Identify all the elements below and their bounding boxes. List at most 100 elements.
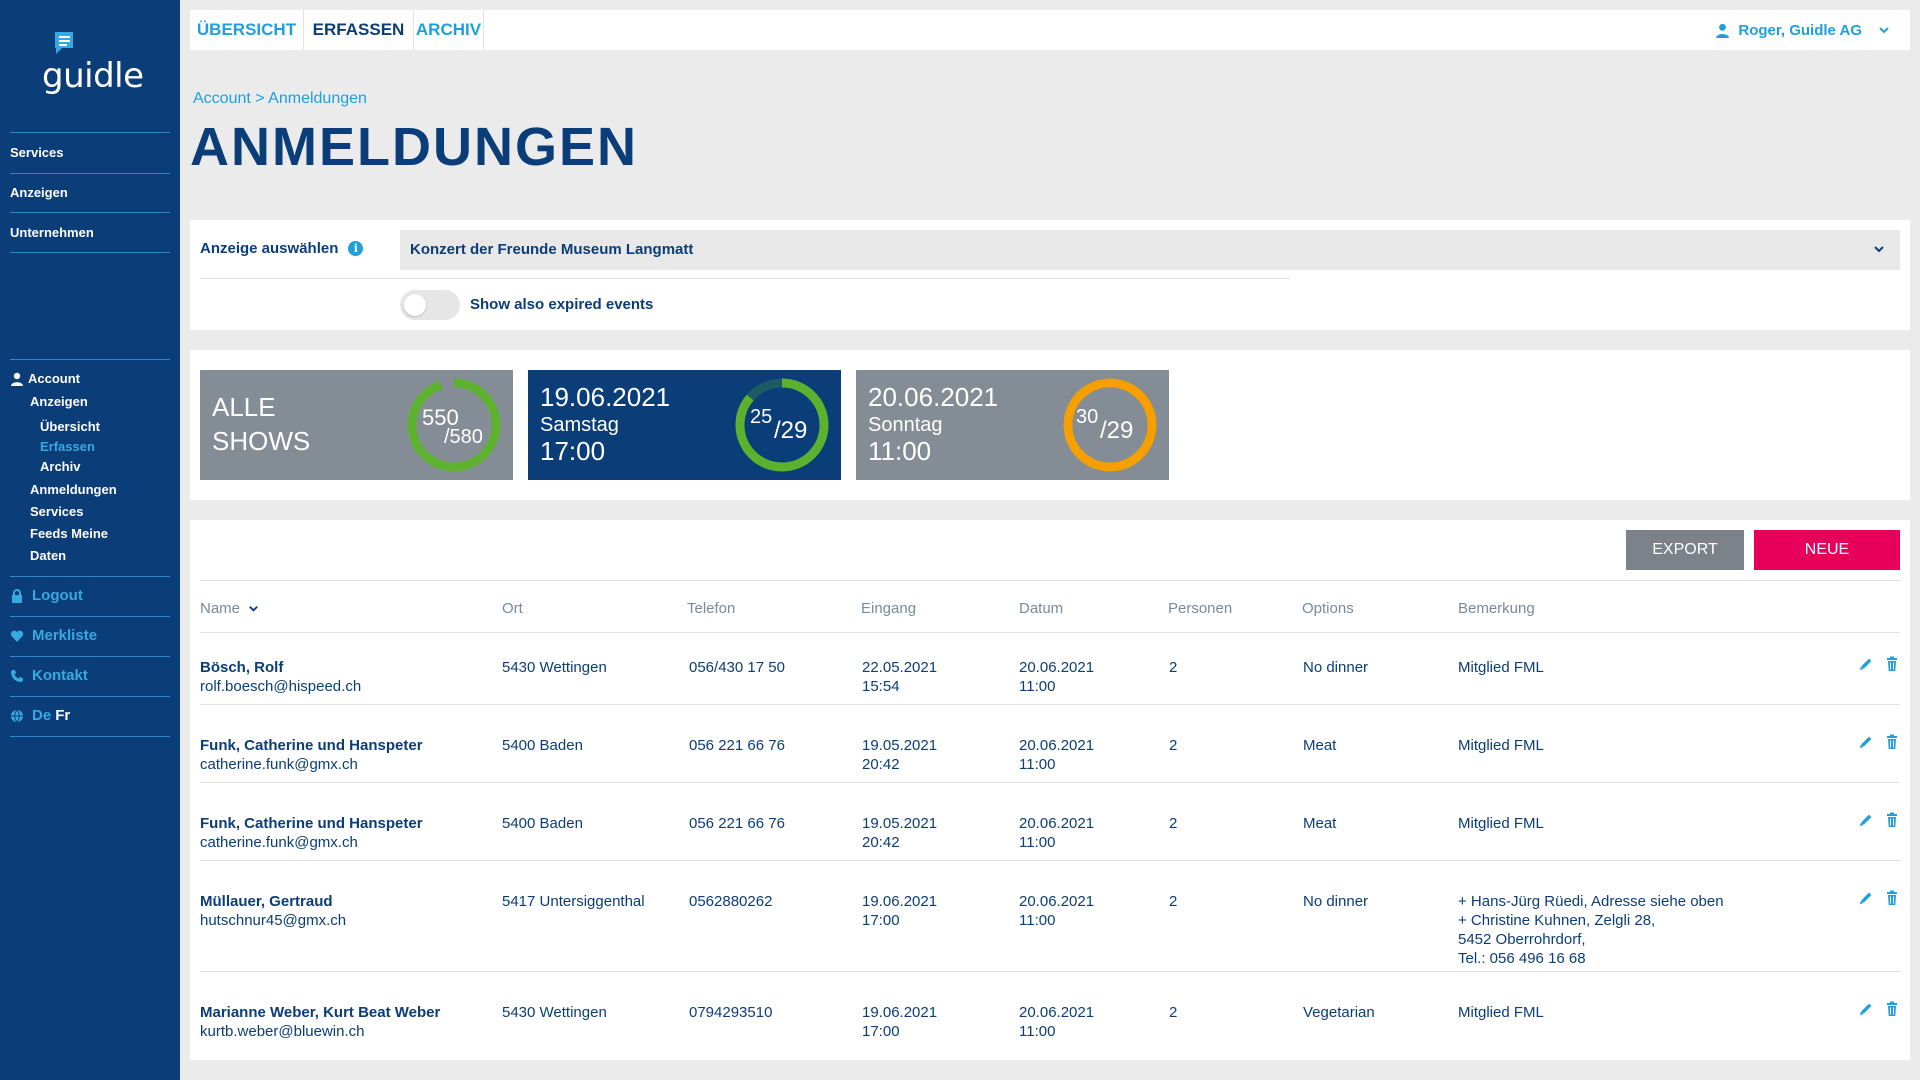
sidebar-item-unternehmen[interactable]: Unternehmen: [10, 225, 94, 240]
sidebar-link-kontakt[interactable]: Kontakt: [10, 667, 88, 684]
logo-icon: [55, 32, 73, 54]
row-actions: [1858, 1001, 1900, 1017]
page-title: ANMELDUNGEN: [190, 117, 638, 177]
cell-value-datum1: 20.06.2021: [1019, 659, 1095, 676]
registrant-name[interactable]: Bösch, Rolf: [200, 658, 361, 677]
registrant-email[interactable]: kurtb.weber@bluewin.ch: [200, 1022, 440, 1041]
cell-value-datum1: 20.06.2021: [1019, 893, 1095, 910]
user-name: Roger, Guidle AG: [1738, 21, 1862, 39]
cell-bemerkung: + Hans-Jürg Rüedi, Adresse siehe oben + C…: [1458, 892, 1724, 968]
row-divider: [200, 971, 1900, 972]
expired-events-toggle[interactable]: [400, 290, 460, 320]
edit-icon[interactable]: [1858, 812, 1874, 828]
guidle-logo[interactable]: guidle: [40, 30, 144, 100]
trash-icon[interactable]: [1884, 1001, 1900, 1017]
registrant-name[interactable]: Marianne Weber, Kurt Beat Weber: [200, 1003, 440, 1022]
cell-value-datum2: 11:00: [1019, 834, 1056, 851]
cell-options: Vegetarian: [1303, 1003, 1375, 1022]
sidebar-item-feeds[interactable]: Feeds Meine: [30, 526, 108, 541]
cell-value-eingang2: 17:00: [862, 1023, 900, 1040]
new-registration-button[interactable]: NEUE ANMELDUNG: [1754, 530, 1900, 598]
capacity-count: 30: [1076, 406, 1099, 428]
sidebar-item-archiv[interactable]: Archiv: [40, 459, 80, 474]
column-header-options[interactable]: Options: [1302, 600, 1354, 617]
trash-icon[interactable]: [1884, 734, 1900, 750]
edit-icon[interactable]: [1858, 656, 1874, 672]
registrant-email[interactable]: hutschnur45@gmx.ch: [200, 911, 346, 930]
tab-erfassen[interactable]: ERFASSEN: [304, 10, 414, 50]
export-excel-button[interactable]: EXPORT EXCEL: [1626, 530, 1744, 598]
show-card-1[interactable]: 19.06.2021 Samstag 17:00 25 /29: [528, 370, 841, 480]
registrant-name[interactable]: Müllauer, Gertraud: [200, 892, 346, 911]
registrant-email[interactable]: catherine.funk@gmx.ch: [200, 755, 423, 774]
column-header-datum[interactable]: Datum: [1019, 600, 1063, 617]
chevron-down-icon: [1874, 246, 1884, 253]
sidebar-item-anmeldungen[interactable]: Anmeldungen: [30, 482, 117, 497]
column-header-bemerkung[interactable]: Bemerkung: [1458, 600, 1535, 617]
cell-value-personen: 2: [1169, 815, 1178, 832]
cell-options: No dinner: [1303, 658, 1368, 677]
breadcrumb[interactable]: Account > Anmeldungen: [193, 90, 367, 108]
sidebar-link-merkliste[interactable]: Merkliste: [10, 627, 97, 644]
user-menu[interactable]: Roger, Guidle AG: [1715, 10, 1890, 50]
column-header-personen[interactable]: Personen: [1168, 600, 1232, 617]
cell-value-eingang1: 19.05.2021: [862, 737, 938, 754]
cell-value-datum1: 20.06.2021: [1019, 1004, 1095, 1021]
sidebar-item-anzeigen[interactable]: Anzeigen: [10, 185, 68, 200]
info-icon[interactable]: i: [348, 241, 364, 256]
column-header-eingang[interactable]: Eingang: [861, 600, 916, 617]
cell-value-eingang1: 19.06.2021: [862, 1004, 938, 1021]
sidebar-divider: [10, 132, 170, 133]
row-divider: [200, 860, 1900, 861]
sidebar-link-logout[interactable]: Logout: [10, 587, 83, 604]
show-card-all[interactable]: ALLE SHOWS 550 /580: [200, 370, 513, 480]
lang-de[interactable]: De: [32, 707, 51, 724]
cell-value-ort: 5400 Baden: [502, 815, 583, 832]
sidebar-item-uebersicht[interactable]: Übersicht: [40, 419, 100, 434]
cell-datum: 20.06.2021 11:00: [1019, 814, 1094, 852]
cell-value-ort: 5417 Untersiggenthal: [502, 893, 645, 910]
sidebar-item-erfassen[interactable]: Erfassen: [40, 439, 95, 454]
chevron-down-icon: [249, 606, 258, 612]
edit-icon[interactable]: [1858, 1001, 1874, 1017]
registrant-email[interactable]: catherine.funk@gmx.ch: [200, 833, 423, 852]
cell-value-eingang1: 22.05.2021: [862, 659, 938, 676]
show-all-line1: ALLE: [212, 392, 276, 422]
lang-fr[interactable]: Fr: [55, 707, 70, 724]
sidebar-item-account[interactable]: Account: [10, 371, 80, 386]
column-header-name[interactable]: Name: [200, 600, 259, 617]
sidebar-divider: [10, 173, 170, 174]
sidebar-item-services-sub[interactable]: Services: [30, 504, 84, 519]
sidebar-divider: [10, 616, 170, 617]
edit-icon[interactable]: [1858, 734, 1874, 750]
registrant-name[interactable]: Funk, Catherine und Hanspeter: [200, 736, 423, 755]
sidebar-divider: [10, 359, 170, 360]
trash-icon[interactable]: [1884, 656, 1900, 672]
cell-personen: 2: [1169, 892, 1177, 911]
cell-eingang: 19.06.2021 17:00: [862, 1003, 937, 1041]
sidebar-item-services[interactable]: Services: [10, 145, 64, 160]
event-select-panel: Anzeige auswählen i Konzert der Freunde …: [190, 220, 1910, 330]
cell-value-eingang1: 19.05.2021: [862, 815, 938, 832]
column-header-ort[interactable]: Ort: [502, 600, 523, 617]
column-header-telefon[interactable]: Telefon: [687, 600, 735, 617]
show-card-2[interactable]: 20.06.2021 Sonntag 11:00 30 /29: [856, 370, 1169, 480]
edit-icon[interactable]: [1858, 890, 1874, 906]
cell-bemerkung: Mitglied FML: [1458, 1003, 1544, 1022]
capacity-total: /580: [444, 426, 483, 448]
sidebar-item-anzeigen-sub[interactable]: Anzeigen: [30, 394, 88, 409]
registrant-name[interactable]: Funk, Catherine und Hanspeter: [200, 814, 423, 833]
event-select[interactable]: Konzert der Freunde Museum Langmatt: [400, 230, 1900, 270]
cell-value-datum2: 11:00: [1019, 678, 1056, 695]
row-actions: [1858, 734, 1900, 750]
registrant-email[interactable]: rolf.boesch@hispeed.ch: [200, 677, 361, 696]
remark-line: Mitglied FML: [1458, 815, 1544, 832]
trash-icon[interactable]: [1884, 812, 1900, 828]
toggle-knob: [404, 294, 426, 316]
cell-value-personen: 2: [1169, 659, 1178, 676]
tab-archiv[interactable]: ARCHIV: [414, 10, 484, 50]
sidebar-item-feeds-daten[interactable]: Daten: [30, 548, 66, 563]
cell-options: Meat: [1303, 814, 1336, 833]
trash-icon[interactable]: [1884, 890, 1900, 906]
tab-uebersicht[interactable]: ÜBERSICHT: [190, 10, 304, 50]
